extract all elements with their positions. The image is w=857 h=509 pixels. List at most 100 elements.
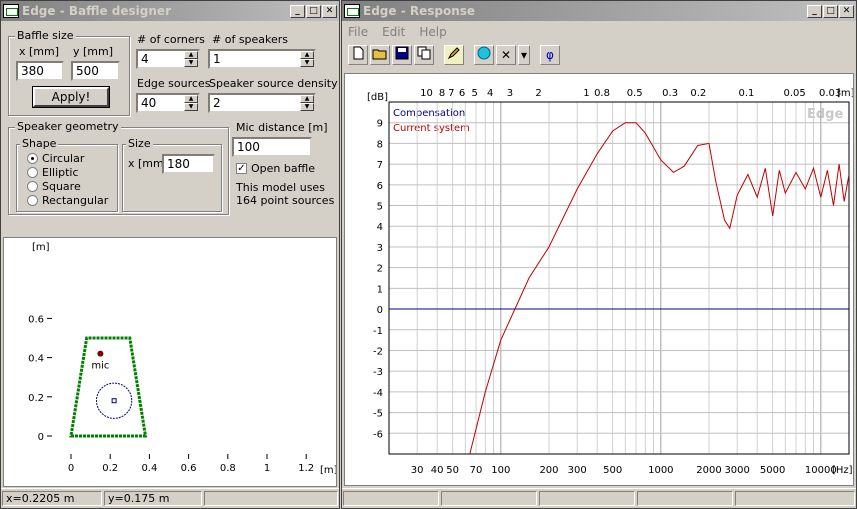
menu-file[interactable]: File xyxy=(348,25,368,39)
baffle-designer-window: Edge - Baffle designer _ □ ✕ Baffle size… xyxy=(0,0,340,509)
density-spinner[interactable]: 2 ▲ ▼ xyxy=(208,93,316,113)
plot-frame xyxy=(388,101,850,455)
minimize-button[interactable]: _ xyxy=(290,4,305,18)
y-tick-label: 1 xyxy=(377,284,383,295)
shape-circular-radio[interactable]: Circular xyxy=(27,152,84,165)
x-tick-label: 5000 xyxy=(760,465,785,476)
baffle-y-tick-label: 0.2 xyxy=(28,393,44,404)
response-title: Edge - Response xyxy=(363,4,476,18)
density-spin-arrows[interactable]: ▲ ▼ xyxy=(300,95,314,111)
baffle-x-tick-label: 0.2 xyxy=(102,463,118,474)
open-icon[interactable] xyxy=(370,45,390,65)
y-tick-label: -5 xyxy=(373,409,383,420)
copy-icon[interactable] xyxy=(414,45,434,65)
close-button[interactable]: ✕ xyxy=(839,4,854,18)
y-tick-label: -1 xyxy=(373,326,383,337)
edge-sources-spinner[interactable]: 40 ▲ ▼ xyxy=(136,93,200,113)
pencil-icon[interactable] xyxy=(444,45,464,65)
baffle-plot-area[interactable]: [m] [m] 0.6 0.4 0.2 0 0 0.2 0.4 0.6 0.8 1 1.2 mic xyxy=(3,237,337,487)
delete-icon[interactable]: ✕ xyxy=(496,45,516,65)
top-tick-label: 0.05 xyxy=(784,88,806,99)
status-cell xyxy=(343,491,439,506)
edge-sources-spin-arrows[interactable]: ▲ ▼ xyxy=(184,95,198,111)
edge-watermark: Edge xyxy=(807,107,843,122)
top-tick-label: 7 xyxy=(448,88,454,99)
x-tick-label: 40 xyxy=(431,465,444,476)
legend-current-system: Current system xyxy=(393,123,470,134)
menu-bar: File Edit Help xyxy=(342,21,856,43)
phase-icon[interactable]: φ xyxy=(540,45,560,65)
x-tick-label: 50 xyxy=(446,465,459,476)
baffle-x-input[interactable]: 380 xyxy=(16,61,64,81)
speakers-spinner[interactable]: 1 ▲ ▼ xyxy=(208,49,316,69)
top-tick-label: 0.03 xyxy=(819,88,841,99)
maximize-button[interactable]: □ xyxy=(306,4,321,18)
shape-group: Shape Circular Elliptic Square Rectangul… xyxy=(16,137,118,212)
size-x-input[interactable]: 180 xyxy=(162,154,215,174)
mic-distance-label: Mic distance [m] xyxy=(236,121,328,134)
density-value: 2 xyxy=(213,96,221,110)
response-plot-area[interactable]: [dB] [m] [Hz] Edge Compensation Current … xyxy=(344,73,854,486)
checkmark-icon: ✓ xyxy=(236,163,247,174)
corners-spin-arrows[interactable]: ▲ ▼ xyxy=(184,51,198,67)
dropdown-icon[interactable]: ▾ xyxy=(518,45,530,65)
x-tick-label: 300 xyxy=(568,465,587,476)
x-tick-label: 10000 xyxy=(805,465,837,476)
shape-elliptic-radio[interactable]: Elliptic xyxy=(27,166,79,179)
edge-app-icon xyxy=(3,4,19,18)
apply-button[interactable]: Apply! xyxy=(32,86,110,108)
y-tick-label: -3 xyxy=(373,367,383,378)
x-tick-label: 500 xyxy=(603,465,622,476)
save-icon[interactable] xyxy=(392,45,412,65)
top-tick-label: 0.5 xyxy=(627,88,643,99)
response-statusbar xyxy=(342,488,856,508)
x-tick-label: 30 xyxy=(411,465,424,476)
top-tick-label: 0.8 xyxy=(594,88,610,99)
baffle-x-tick-label: 0.6 xyxy=(181,463,197,474)
top-tick-label: 6 xyxy=(459,88,465,99)
x-tick-label: 100 xyxy=(491,465,510,476)
x-tick-label: 2000 xyxy=(696,465,721,476)
menu-help[interactable]: Help xyxy=(419,25,446,39)
speakers-value: 1 xyxy=(213,52,221,66)
menu-edit[interactable]: Edit xyxy=(382,25,405,39)
baffle-y-input[interactable]: 500 xyxy=(71,61,120,81)
top-tick-label: 8 xyxy=(439,88,445,99)
maximize-button[interactable]: □ xyxy=(823,4,838,18)
y-tick-label: 5 xyxy=(377,202,383,213)
designer-titlebar[interactable]: Edge - Baffle designer _ □ ✕ xyxy=(1,1,339,21)
open-baffle-checkbox[interactable]: ✓ Open baffle xyxy=(236,162,315,175)
top-tick-label: 3 xyxy=(507,88,513,99)
baffle-x-tick-label: 0.8 xyxy=(220,463,236,474)
speaker-center xyxy=(111,398,117,404)
new-icon[interactable] xyxy=(348,45,368,65)
response-titlebar[interactable]: Edge - Response _ □ ✕ xyxy=(342,1,856,21)
minimize-button[interactable]: _ xyxy=(807,4,822,18)
shape-rectangular-label: Rectangular xyxy=(42,194,109,207)
model-info-line1: This model uses xyxy=(236,181,325,194)
speakers-spin-arrows[interactable]: ▲ ▼ xyxy=(300,51,314,67)
x-tick-label: 3000 xyxy=(724,465,749,476)
speaker-outline xyxy=(95,382,133,419)
baffle-outline xyxy=(69,336,148,438)
response-chart[interactable]: [dB] [m] [Hz] Edge Compensation Current … xyxy=(345,74,853,485)
top-tick-label: 0.1 xyxy=(739,88,755,99)
mic-marker xyxy=(97,350,104,357)
sphere-icon[interactable] xyxy=(474,45,494,65)
baffle-plot[interactable]: [m] [m] 0.6 0.4 0.2 0 0 0.2 0.4 0.6 0.8 1 1.2 mic xyxy=(4,238,336,486)
mic-distance-input[interactable]: 100 xyxy=(232,137,312,157)
status-cell xyxy=(539,491,635,506)
shape-rectangular-radio[interactable]: Rectangular xyxy=(27,194,108,207)
status-cell xyxy=(637,491,733,506)
shape-square-radio[interactable]: Square xyxy=(27,180,81,193)
shape-square-label: Square xyxy=(42,180,81,193)
speaker-geometry-group: Speaker geometry Shape Circular Elliptic… xyxy=(8,120,229,215)
density-label: Speaker source density xyxy=(209,77,338,90)
corners-spinner[interactable]: 4 ▲ ▼ xyxy=(136,49,200,69)
shape-label: Shape xyxy=(20,137,59,150)
top-tick-label: 10 xyxy=(420,88,433,99)
close-button[interactable]: ✕ xyxy=(322,4,337,18)
y-axis-unit: [dB] xyxy=(367,92,388,103)
edge-app-icon xyxy=(344,4,360,18)
baffle-x-tick-label: 0.4 xyxy=(141,463,157,474)
